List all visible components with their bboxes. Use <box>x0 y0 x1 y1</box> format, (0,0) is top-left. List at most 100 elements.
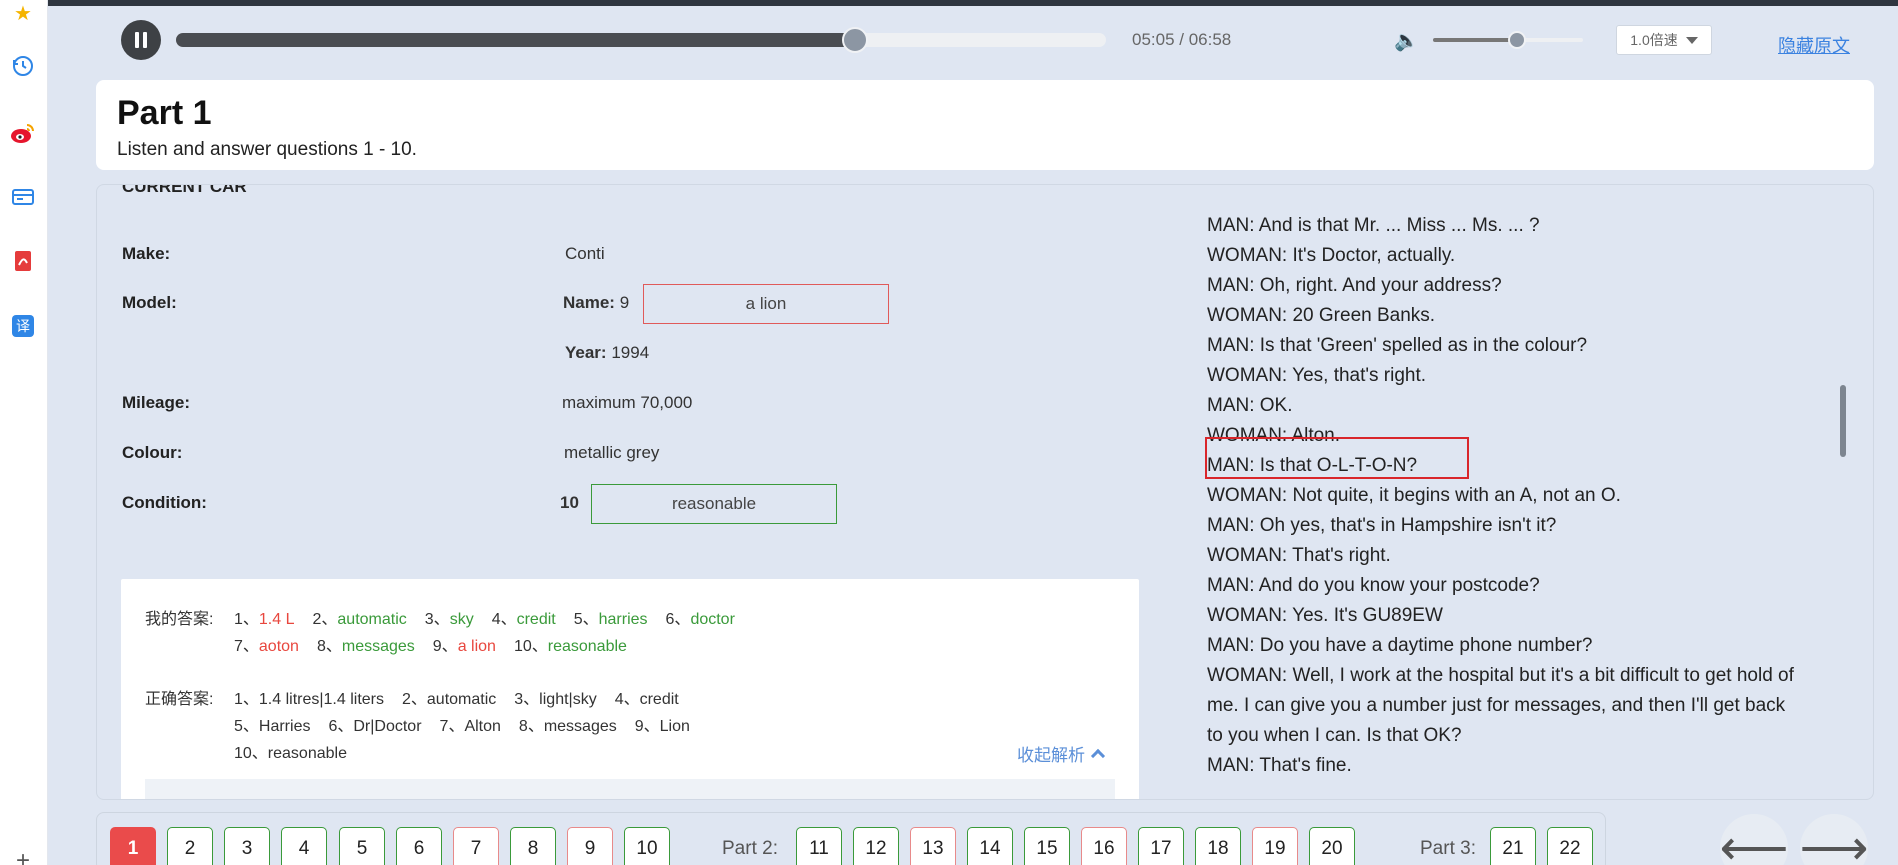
answer-value: aoton <box>258 638 299 655</box>
question-button-18[interactable]: 18 <box>1195 827 1241 865</box>
history-icon[interactable] <box>10 53 36 79</box>
answer-value: 1.4 L <box>258 611 295 628</box>
translate-icon[interactable]: 译 <box>10 313 36 339</box>
star-icon[interactable]: ★ <box>10 0 36 26</box>
collapse-analysis-button[interactable]: 收起解析 <box>1017 741 1106 766</box>
answer-value: messages <box>341 638 415 655</box>
correct-answer-item: 10、reasonable <box>234 745 347 762</box>
question-number: 10 <box>560 493 579 512</box>
model-label: Model: <box>122 293 177 312</box>
answer-number: 8、 <box>316 638 342 655</box>
transcript-line: MAN: Do you have a daytime phone number? <box>1207 635 1593 656</box>
question-button-10[interactable]: 10 <box>624 827 670 865</box>
transcript-line: me. I can give you a number just for mes… <box>1207 695 1786 716</box>
volume-slider[interactable] <box>1433 31 1583 49</box>
transcript-line: WOMAN: Yes, that's right. <box>1207 365 1427 386</box>
question-button-11[interactable]: 11 <box>796 827 842 865</box>
chevron-up-icon <box>1090 748 1106 764</box>
pdf-icon[interactable] <box>10 248 36 274</box>
correct-answer-item: 8、messages <box>518 718 617 735</box>
question-button-16[interactable]: 16 <box>1081 827 1127 865</box>
my-answer-item: 3、sky <box>425 611 474 628</box>
answer-number: 10、 <box>513 638 548 655</box>
question-button-13[interactable]: 13 <box>910 827 956 865</box>
page-title: Part 1 <box>117 94 212 132</box>
my-answer-item: 4、credit <box>492 611 556 628</box>
speed-select[interactable]: 1.0倍速 <box>1616 25 1712 55</box>
my-answers-label: 我的答案: <box>145 611 214 628</box>
speed-value: 1.0倍速 <box>1630 32 1678 48</box>
answer-value: sky <box>449 611 474 628</box>
transcript-line: WOMAN: Yes. It's GU89EW <box>1207 605 1443 626</box>
my-answer-item: 8、messages <box>317 638 415 655</box>
answer-number: 7、 <box>234 638 259 655</box>
transcript: MAN: And is that Mr. ... Miss ... Ms. ..… <box>1207 211 1847 781</box>
question-button-5[interactable]: 5 <box>339 827 385 865</box>
question-button-17[interactable]: 17 <box>1138 827 1184 865</box>
transcript-line: to you when I can. Is that OK? <box>1207 725 1462 746</box>
hide-original-link[interactable]: 隐藏原文 <box>1778 32 1850 58</box>
question-button-7[interactable]: 7 <box>453 827 499 865</box>
question-button-12[interactable]: 12 <box>853 827 899 865</box>
prev-arrow-icon[interactable]: ⟵ <box>1720 814 1788 865</box>
question-button-9[interactable]: 9 <box>567 827 613 865</box>
transcript-line: WOMAN: Well, I work at the hospital but … <box>1207 665 1794 686</box>
transcript-line: WOMAN: 20 Green Banks. <box>1207 305 1436 326</box>
collapse-label: 收起解析 <box>1017 746 1085 765</box>
answer-value: automatic <box>337 611 407 628</box>
year-field: Year: 1994 <box>565 343 649 363</box>
transcript-line: MAN: And is that Mr. ... Miss ... Ms. ..… <box>1207 215 1540 236</box>
colour-value: metallic grey <box>564 443 660 462</box>
correct-answer-item: 9、Lion <box>634 718 690 735</box>
answer-value: credit <box>516 611 556 628</box>
question-button-19[interactable]: 19 <box>1252 827 1298 865</box>
question-button-8[interactable]: 8 <box>510 827 556 865</box>
question-button-4[interactable]: 4 <box>281 827 327 865</box>
progress-knob[interactable] <box>841 27 868 53</box>
question-button-20[interactable]: 20 <box>1309 827 1355 865</box>
transcript-scrollbar[interactable] <box>1840 385 1846 457</box>
correct-answer-item: 2、automatic <box>402 691 497 708</box>
question-button-6[interactable]: 6 <box>396 827 442 865</box>
weibo-icon[interactable] <box>10 120 36 146</box>
colour-label: Colour: <box>122 443 183 462</box>
question-button-14[interactable]: 14 <box>967 827 1013 865</box>
card-icon[interactable] <box>10 184 36 210</box>
question-button-3[interactable]: 3 <box>224 827 270 865</box>
answer-number: 9、 <box>432 638 458 655</box>
plus-icon[interactable]: + <box>10 847 36 865</box>
answer-value: reasonable <box>547 638 627 655</box>
name-label: Name: <box>563 293 615 312</box>
my-answer-item: 10、reasonable <box>514 638 627 655</box>
answer-number: 1、 <box>234 611 259 628</box>
my-answer-item: 7、aoton <box>234 638 299 655</box>
volume-knob[interactable] <box>1508 31 1526 49</box>
year-label: Year: <box>565 343 607 362</box>
pause-button[interactable] <box>121 20 161 60</box>
volume-icon[interactable]: 🔈 <box>1394 28 1419 53</box>
next-arrow-icon[interactable]: ⟶ <box>1800 814 1868 865</box>
correct-answers-label: 正确答案: <box>145 691 214 708</box>
correct-answer-item: 5、Harries <box>234 718 311 735</box>
question-button-1[interactable]: 1 <box>110 827 156 865</box>
mileage-label: Mileage: <box>122 393 191 412</box>
part-header: Part 1 Listen and answer questions 1 - 1… <box>96 80 1874 170</box>
volume-fill <box>1433 38 1517 42</box>
answer-number: 3、 <box>424 611 450 628</box>
answer-analysis: 我的答案: 1、1.4 L 2、automatic 3、sky 4、credit 5、h… <box>121 579 1139 799</box>
correct-answers-row: 10、reasonable <box>234 739 365 763</box>
progress-track[interactable] <box>176 27 1106 53</box>
answer-number: 6、 <box>665 611 691 628</box>
question-button-15[interactable]: 15 <box>1024 827 1070 865</box>
question-button-22[interactable]: 22 <box>1547 827 1593 865</box>
question-button-21[interactable]: 21 <box>1490 827 1536 865</box>
answer-box-9[interactable]: a lion <box>643 284 889 324</box>
my-answers-row: 1、1.4 L 2、automatic 3、sky 4、credit 5、harries… <box>234 605 753 629</box>
answer-box-10[interactable]: reasonable <box>591 484 837 524</box>
correct-answers-row: 5、Harries 6、Dr|Doctor 7、Alton 8、messages 9、L… <box>234 712 708 736</box>
question-button-2[interactable]: 2 <box>167 827 213 865</box>
my-answer-item: 6、doctor <box>666 611 735 628</box>
answer-number: 4、 <box>491 611 517 628</box>
make-value: Conti <box>565 244 605 263</box>
transcript-line: MAN: And do you know your postcode? <box>1207 575 1540 596</box>
